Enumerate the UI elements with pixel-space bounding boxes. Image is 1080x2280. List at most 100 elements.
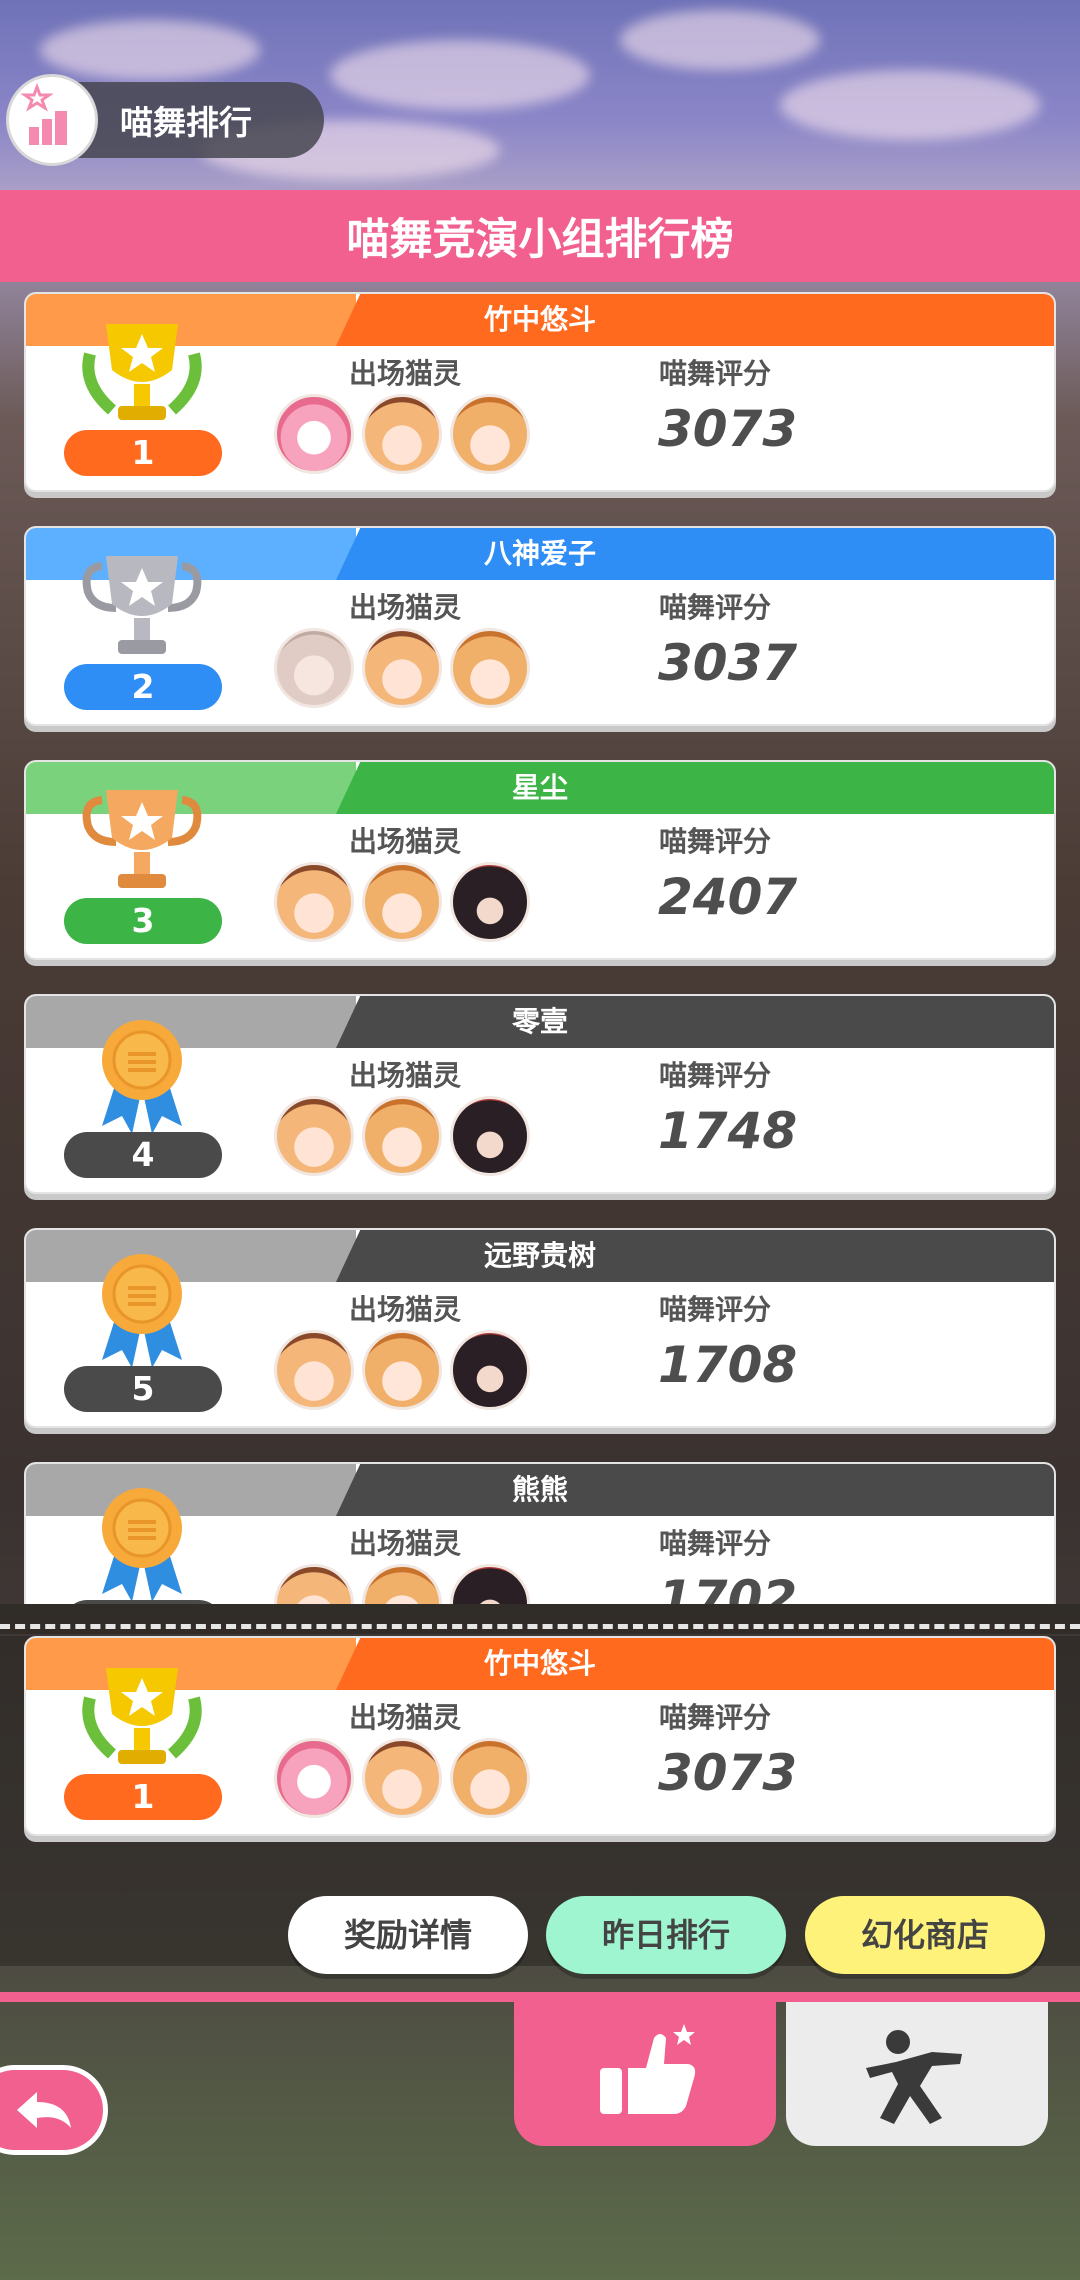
rank-number: 2 (64, 664, 222, 710)
player-name: 零壹 (511, 1005, 568, 1038)
cats-label: 出场猫灵 (349, 1059, 462, 1092)
cats-label: 出场猫灵 (349, 825, 462, 858)
silver-trophy-icon (72, 548, 212, 666)
cat-spirit-avatar[interactable] (450, 1738, 530, 1818)
score-value: 3037 (658, 634, 798, 692)
cat-spirit-avatar[interactable] (450, 1096, 530, 1176)
cat-spirit-avatar[interactable] (362, 1738, 442, 1818)
player-name: 八神爱子 (483, 537, 596, 570)
ribbon-medal-icon (72, 1016, 212, 1134)
team-avatars (274, 862, 530, 942)
cat-spirit-avatar[interactable] (362, 862, 442, 942)
dashed-divider (0, 1624, 1080, 1629)
cats-label: 出场猫灵 (349, 1701, 462, 1734)
ribbon-medal-icon (72, 1484, 212, 1602)
ranking-list[interactable]: 竹中悠斗 1 出场猫灵 喵舞评分 3073 八神爱子 2 出场猫灵 喵舞评分 3037 星尘 3 出场猫… (0, 282, 1080, 1604)
cat-spirit-avatar[interactable] (274, 1738, 354, 1818)
score-value: 3073 (658, 1744, 798, 1802)
header-title: 喵舞排行 (120, 103, 252, 142)
cats-label: 出场猫灵 (349, 591, 462, 624)
cat-spirit-avatar[interactable] (450, 862, 530, 942)
transform-shop-button[interactable]: 幻化商店 (805, 1896, 1045, 1974)
transform-shop-label: 幻化商店 (860, 1916, 989, 1954)
cat-spirit-avatar[interactable] (450, 1330, 530, 1410)
gold-trophy-icon (72, 314, 212, 432)
ranking-card[interactable]: 零壹 4 出场猫灵 喵舞评分 1748 (24, 994, 1056, 1194)
ranking-card[interactable]: 熊熊6出场猫灵喵舞评分1702 (24, 1462, 1056, 1604)
team-avatars (274, 1738, 530, 1818)
ribbon-medal-icon (72, 1250, 212, 1368)
yesterday-ranking-label: 昨日排行 (601, 1916, 730, 1954)
ranking-card[interactable]: 星尘 3 出场猫灵 喵舞评分 2407 (24, 760, 1056, 960)
cat-spirit-avatar[interactable] (274, 394, 354, 474)
leaderboard-banner: 喵舞竞演小组排行榜 (0, 190, 1080, 282)
cloud (780, 70, 1040, 140)
score-label: 喵舞评分 (659, 1527, 772, 1560)
team-avatars (274, 1564, 530, 1604)
cat-spirit-avatar[interactable] (450, 1564, 530, 1604)
reward-details-label: 奖励详情 (343, 1916, 472, 1954)
cat-spirit-avatar[interactable] (362, 394, 442, 474)
cat-spirit-avatar[interactable] (362, 628, 442, 708)
cats-label: 出场猫灵 (349, 1527, 462, 1560)
cloud (40, 20, 260, 80)
my-rank-card[interactable]: 竹中悠斗 1 出场猫灵 喵舞评分 3073 (24, 1636, 1056, 1836)
team-avatars (274, 1096, 530, 1176)
score-label: 喵舞评分 (659, 357, 772, 390)
score-label: 喵舞评分 (659, 1059, 772, 1092)
team-avatars (274, 628, 530, 708)
score-value: 2407 (658, 868, 798, 926)
list-separator (0, 1604, 1080, 1634)
score-label: 喵舞评分 (659, 1293, 772, 1326)
cat-spirit-avatar[interactable] (362, 1096, 442, 1176)
cat-spirit-avatar[interactable] (274, 1096, 354, 1176)
cat-spirit-avatar[interactable] (274, 862, 354, 942)
score-value: 1748 (658, 1102, 798, 1160)
rank-number: 5 (64, 1366, 222, 1412)
player-name: 熊熊 (511, 1473, 568, 1506)
banner-title: 喵舞竞演小组排行榜 (346, 215, 734, 265)
ranking-chart-icon (6, 74, 98, 166)
cat-spirit-avatar[interactable] (274, 1564, 354, 1604)
bottom-bar (0, 1992, 1080, 2002)
thumbs-up-icon (600, 2024, 696, 2114)
rank-number: 4 (64, 1132, 222, 1178)
dance-tab[interactable] (786, 2002, 1048, 2146)
score-value: 1708 (658, 1336, 798, 1394)
cat-spirit-avatar[interactable] (362, 1330, 442, 1410)
ranking-card[interactable]: 竹中悠斗 1 出场猫灵 喵舞评分 3073 (24, 292, 1056, 492)
back-button[interactable] (0, 2065, 108, 2155)
like-tab[interactable] (514, 2002, 776, 2146)
gold-trophy-icon (72, 1658, 212, 1776)
cat-spirit-avatar[interactable] (274, 1330, 354, 1410)
reward-details-button[interactable]: 奖励详情 (288, 1896, 528, 1974)
back-arrow-icon (17, 2092, 71, 2128)
cloud (620, 10, 820, 70)
cat-spirit-avatar[interactable] (274, 628, 354, 708)
player-name: 竹中悠斗 (483, 1647, 596, 1680)
rank-number: 1 (64, 1774, 222, 1820)
cat-spirit-avatar[interactable] (450, 394, 530, 474)
cloud (330, 40, 590, 110)
player-name: 星尘 (511, 771, 568, 804)
cat-spirit-avatar[interactable] (362, 1564, 442, 1604)
rank-number: 1 (64, 430, 222, 476)
cat-spirit-avatar[interactable] (450, 628, 530, 708)
score-value: 1702 (658, 1570, 798, 1604)
score-label: 喵舞评分 (659, 591, 772, 624)
player-name: 竹中悠斗 (483, 303, 596, 336)
dancing-figure-icon (866, 2030, 962, 2124)
header-tab[interactable]: 喵舞排行 (6, 74, 324, 166)
ranking-card[interactable]: 远野贵树 5 出场猫灵 喵舞评分 1708 (24, 1228, 1056, 1428)
score-label: 喵舞评分 (659, 825, 772, 858)
ranking-card[interactable]: 八神爱子 2 出场猫灵 喵舞评分 3037 (24, 526, 1056, 726)
team-avatars (274, 394, 530, 474)
yesterday-ranking-button[interactable]: 昨日排行 (546, 1896, 786, 1974)
score-label: 喵舞评分 (659, 1701, 772, 1734)
player-name: 远野贵树 (483, 1239, 596, 1272)
cats-label: 出场猫灵 (349, 1293, 462, 1326)
cats-label: 出场猫灵 (349, 357, 462, 390)
score-value: 3073 (658, 400, 798, 458)
team-avatars (274, 1330, 530, 1410)
rank-number: 3 (64, 898, 222, 944)
